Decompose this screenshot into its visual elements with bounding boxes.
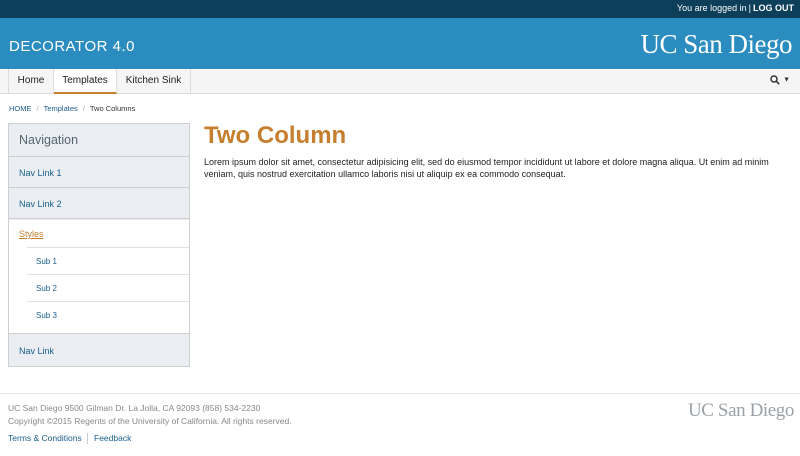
sidebar-navigation: Navigation Nav Link 1 Nav Link 2 Styles … bbox=[8, 123, 190, 367]
breadcrumb-current: Two Columns bbox=[89, 104, 136, 113]
sidebar-subitem-sub-2[interactable]: Sub 2 bbox=[27, 274, 189, 301]
breadcrumb-templates[interactable]: Templates bbox=[44, 104, 78, 113]
site-footer: UC San Diego 9500 Gilman Dr. La Jolla, C… bbox=[0, 393, 800, 456]
sidebar-heading: Navigation bbox=[9, 124, 189, 157]
footer-address: UC San Diego 9500 Gilman Dr. La Jolla, C… bbox=[8, 403, 261, 413]
site-title[interactable]: DECORATOR 4.0 bbox=[9, 38, 135, 55]
tab-kitchen-sink[interactable]: Kitchen Sink bbox=[117, 69, 191, 94]
site-header: DECORATOR 4.0 UC San Diego bbox=[0, 18, 800, 69]
sidebar-item-nav-link-2[interactable]: Nav Link 2 bbox=[9, 188, 189, 219]
sidebar-item-nav-link-1[interactable]: Nav Link 1 bbox=[9, 157, 189, 188]
sidebar-item-styles[interactable]: Styles bbox=[19, 229, 44, 239]
sidebar-subitem-sub-3[interactable]: Sub 3 bbox=[27, 301, 189, 328]
sidebar-subitem-sub-1[interactable]: Sub 1 bbox=[27, 247, 189, 274]
logout-link[interactable]: LOG OUT bbox=[753, 3, 794, 13]
breadcrumb-separator: / bbox=[36, 104, 39, 113]
caret-down-icon: ▼ bbox=[783, 76, 790, 84]
tab-templates[interactable]: Templates bbox=[54, 69, 117, 94]
search-toggle-button[interactable]: ▼ bbox=[770, 74, 790, 86]
breadcrumb-home[interactable]: HOME bbox=[9, 104, 32, 113]
top-utility-bar: You are logged in | LOG OUT bbox=[0, 0, 800, 18]
page-title: Two Column bbox=[204, 122, 347, 149]
login-separator: | bbox=[748, 3, 751, 13]
sidebar-item-nav-link[interactable]: Nav Link bbox=[9, 335, 189, 366]
login-status-text: You are logged in bbox=[676, 3, 747, 13]
breadcrumb: HOME / Templates / Two Columns bbox=[9, 104, 135, 113]
login-status: You are logged in | LOG OUT bbox=[677, 3, 794, 13]
footer-copyright: Copyright ©2015 Regents of the Universit… bbox=[8, 416, 292, 426]
tab-home[interactable]: Home bbox=[8, 69, 54, 94]
ucsd-logo-header[interactable]: UC San Diego bbox=[641, 29, 793, 60]
search-icon bbox=[770, 75, 780, 85]
breadcrumb-separator: / bbox=[82, 104, 85, 113]
footer-link-terms[interactable]: Terms & Conditions bbox=[8, 433, 82, 443]
main-navbar: Home Templates Kitchen Sink ▼ bbox=[0, 69, 800, 94]
page-body-text: Lorem ipsum dolor sit amet, consectetur … bbox=[204, 157, 769, 179]
footer-link-feedback[interactable]: Feedback bbox=[94, 433, 131, 443]
sidebar-group-styles: Styles Sub 1 Sub 2 Sub 3 bbox=[9, 220, 189, 334]
footer-link-divider bbox=[87, 433, 88, 444]
ucsd-logo-footer[interactable]: UC San Diego bbox=[688, 400, 794, 422]
